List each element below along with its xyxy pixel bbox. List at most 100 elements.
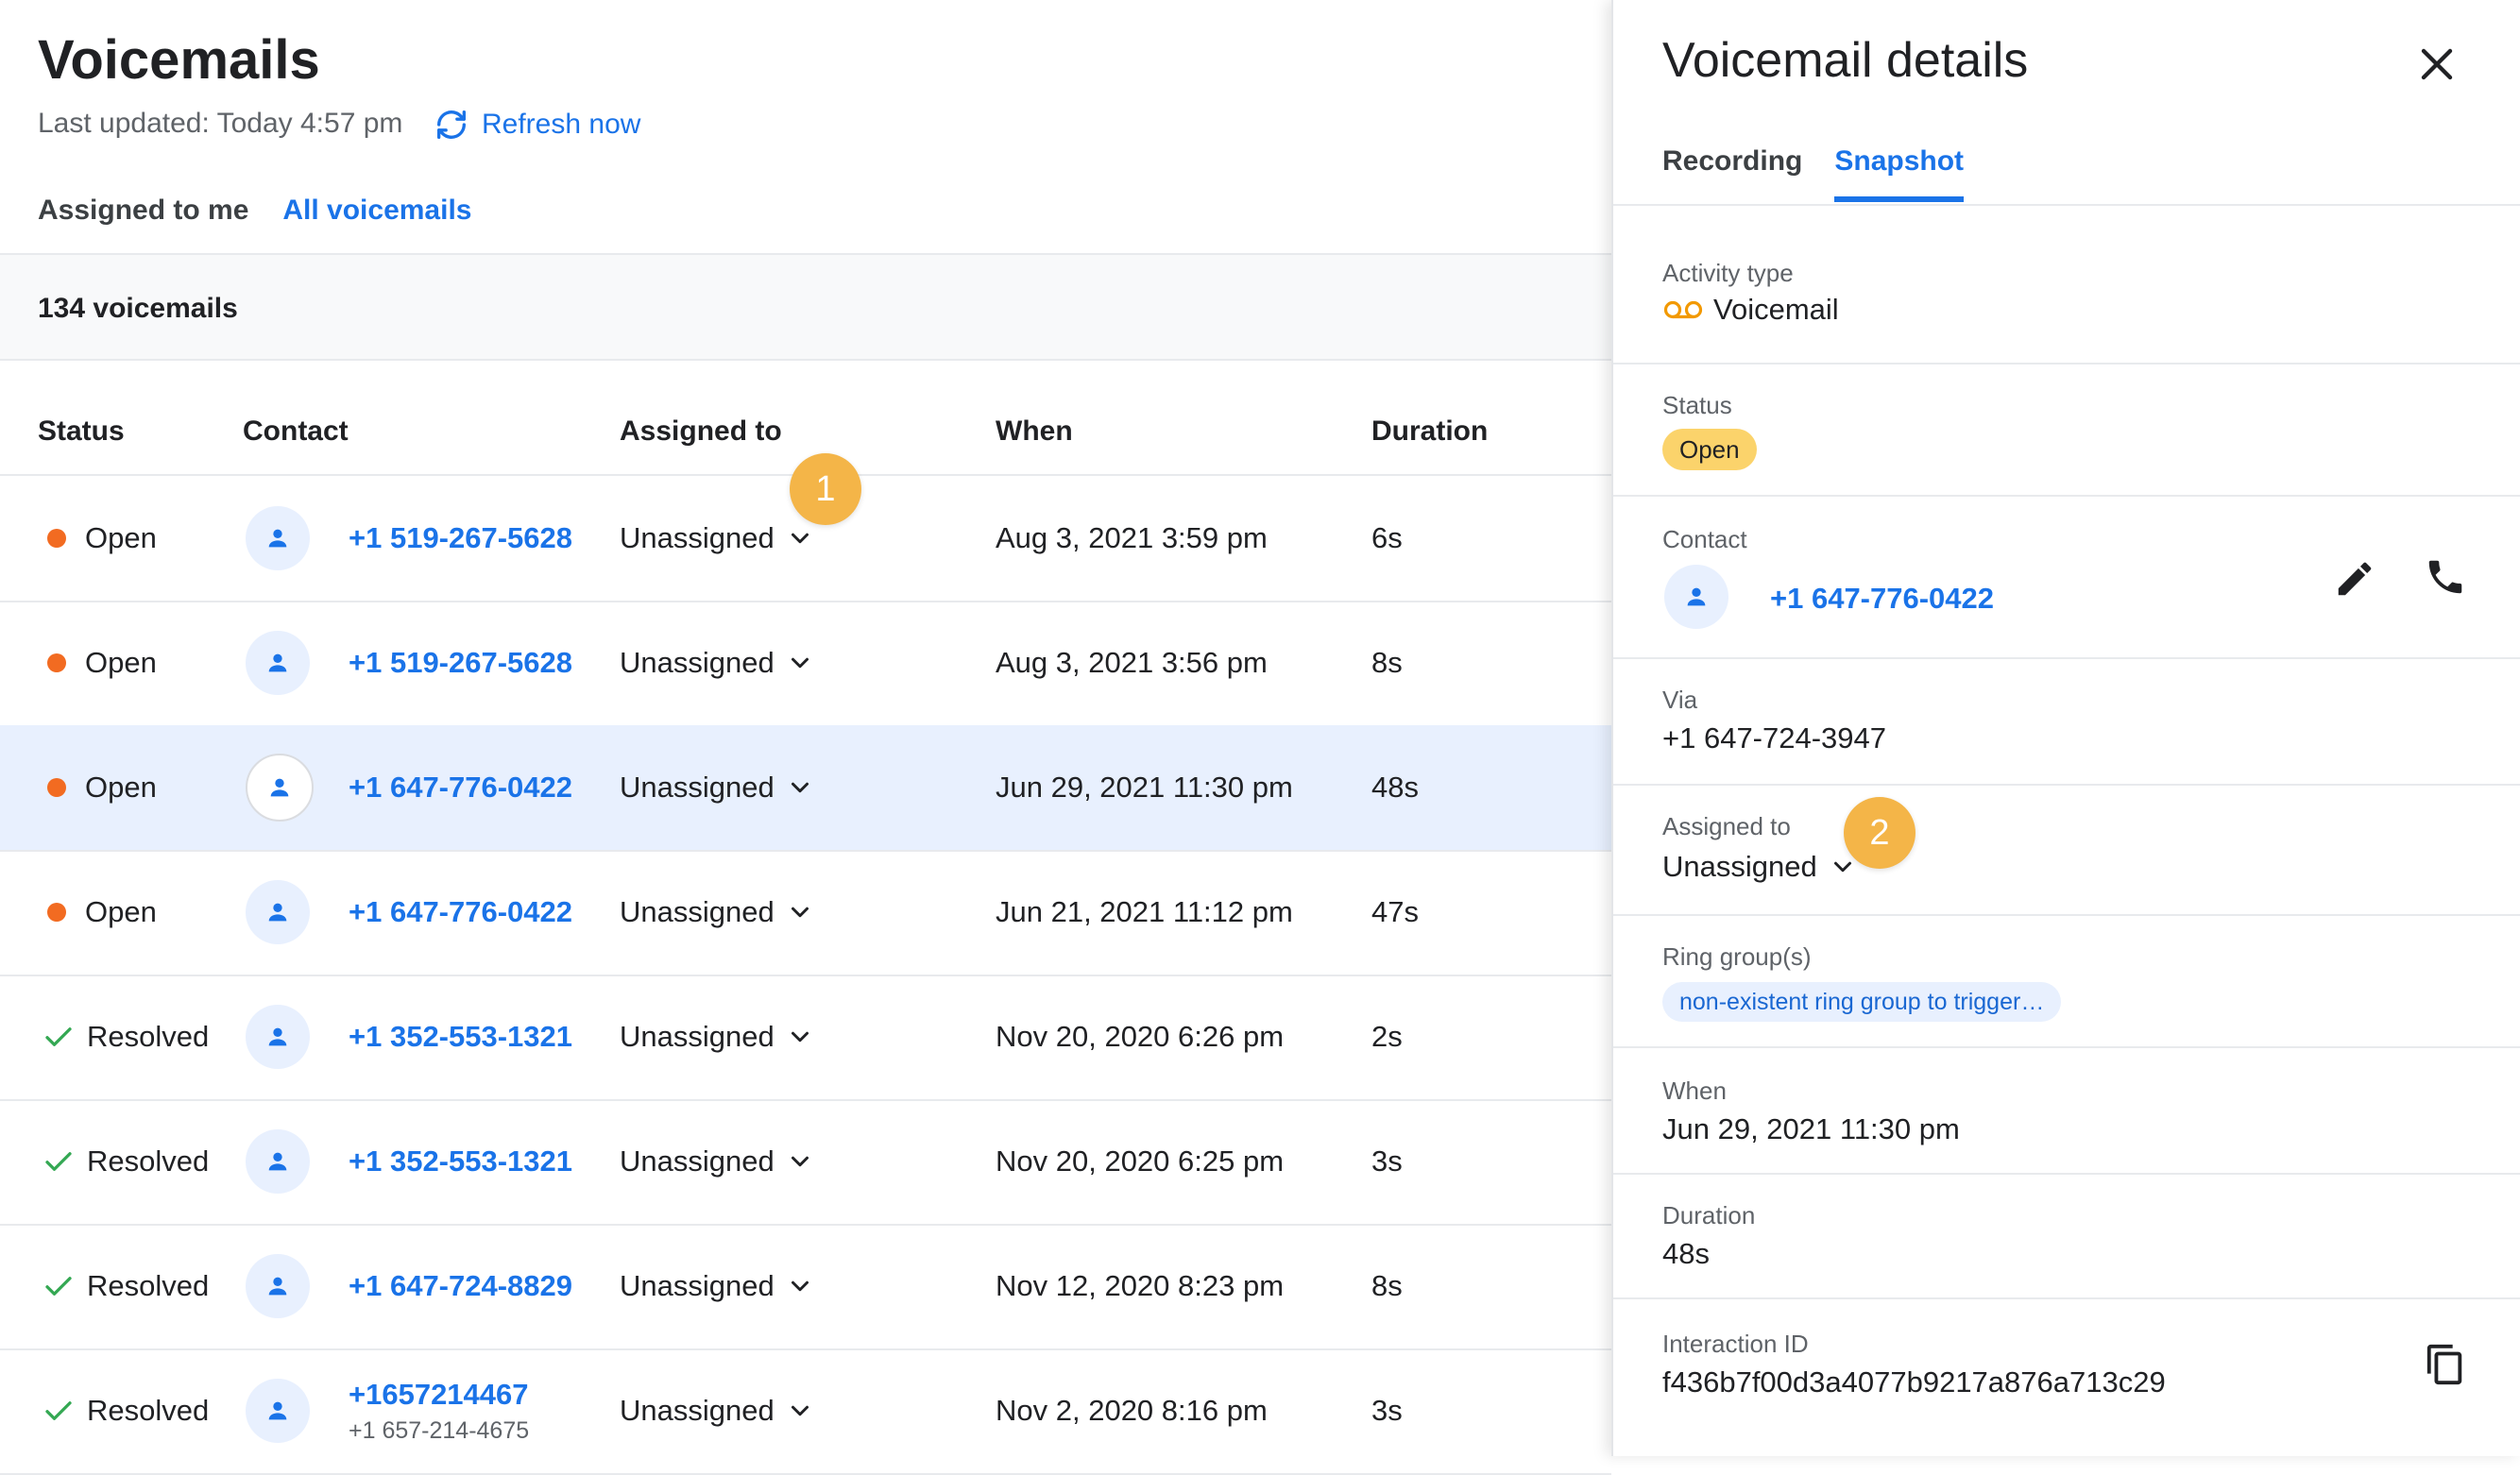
person-icon bbox=[270, 778, 289, 797]
person-icon bbox=[268, 903, 287, 922]
contact-link[interactable]: +1 647-724-8829 bbox=[349, 1269, 572, 1303]
contact-secondary-number: +1 657-214-4675 bbox=[349, 1416, 530, 1444]
chevron-down-icon bbox=[791, 657, 809, 669]
assigned-dropdown[interactable]: Unassigned bbox=[620, 771, 814, 805]
when-text: Nov 20, 2020 6:26 pm bbox=[996, 1020, 1285, 1053]
avatar bbox=[246, 1379, 310, 1443]
contact-cell bbox=[246, 601, 310, 725]
contact-cell bbox=[246, 1224, 310, 1348]
table-row[interactable]: Resolved +1 352-553-1321 Unassigned Nov 20,… bbox=[0, 975, 1611, 1101]
contact-block: +1657214467 +1 657-214-4675 bbox=[349, 1378, 529, 1445]
tab-snapshot[interactable]: Snapshot bbox=[1834, 145, 1964, 202]
duration-cell: 47s bbox=[1371, 850, 1419, 975]
contact-link[interactable]: +1 519-267-5628 bbox=[349, 646, 572, 680]
avatar bbox=[246, 631, 310, 695]
table-row[interactable]: Open +1 519-267-5628 Unassigned Aug 3, 2021… bbox=[0, 601, 1611, 727]
assigned-dropdown[interactable]: Unassigned bbox=[620, 895, 814, 929]
details-assigned-dropdown[interactable]: Unassigned bbox=[1662, 850, 1857, 884]
duration-label: Duration bbox=[1662, 1201, 1756, 1229]
copy-icon[interactable] bbox=[2424, 1343, 2467, 1386]
when-text: Jun 21, 2021 11:12 pm bbox=[996, 895, 1293, 928]
assigned-dropdown[interactable]: Unassigned bbox=[620, 646, 814, 680]
last-updated-text: Last updated: Today 4:57 pm bbox=[38, 108, 403, 139]
assigned-value: Unassigned bbox=[620, 771, 775, 804]
assigned-cell: Unassigned bbox=[620, 1099, 814, 1224]
status-text: Resolved bbox=[87, 1020, 210, 1053]
tab-assigned-to-me[interactable]: Assigned to me bbox=[38, 195, 248, 253]
divider bbox=[1613, 1046, 2520, 1048]
close-icon[interactable] bbox=[2414, 42, 2460, 87]
assigned-dropdown[interactable]: Unassigned bbox=[620, 1144, 814, 1178]
page-title: Voicemails bbox=[38, 29, 320, 91]
duration-cell: 6s bbox=[1371, 476, 1403, 601]
voicemail-details-panel: Voicemail details Recording Snapshot Act… bbox=[1611, 0, 2520, 1456]
divider bbox=[1613, 657, 2520, 659]
contact-cell bbox=[246, 850, 310, 975]
status-dot-icon bbox=[47, 529, 66, 548]
voicemail-count: 134 voicemails bbox=[38, 293, 238, 324]
divider bbox=[1613, 204, 2520, 206]
activity-type-value: Voicemail bbox=[1662, 293, 1839, 327]
contact-cell bbox=[246, 725, 314, 850]
when-cell: Aug 3, 2021 3:59 pm bbox=[996, 476, 1268, 601]
assigned-cell: Unassigned bbox=[620, 601, 814, 725]
when-text: Nov 2, 2020 8:16 pm bbox=[996, 1394, 1268, 1427]
contact-link[interactable]: +1 647-776-0422 bbox=[349, 771, 572, 805]
assigned-to-label: Assigned to bbox=[1662, 812, 1791, 840]
assigned-dropdown[interactable]: Unassigned bbox=[620, 521, 814, 555]
status-text: Open bbox=[85, 895, 157, 928]
via-value: +1 647-724-3947 bbox=[1662, 721, 1887, 754]
contact-number-cell: +1 519-267-5628 bbox=[349, 476, 572, 601]
when-cell: Nov 2, 2020 8:16 pm bbox=[996, 1348, 1268, 1473]
phone-icon[interactable] bbox=[2424, 555, 2467, 599]
assigned-value: Unassigned bbox=[620, 1020, 775, 1053]
contact-link[interactable]: +1657214467 bbox=[349, 1378, 529, 1412]
callout-badge-2: 2 bbox=[1844, 797, 1916, 869]
avatar bbox=[246, 1005, 310, 1069]
when-cell: Nov 20, 2020 6:26 pm bbox=[996, 975, 1284, 1099]
tab-all-voicemails[interactable]: All voicemails bbox=[282, 195, 472, 259]
contact-link[interactable]: +1 647-776-0422 bbox=[349, 895, 572, 929]
contact-label: Contact bbox=[1662, 525, 1747, 553]
divider bbox=[1613, 914, 2520, 916]
avatar bbox=[246, 506, 310, 570]
table-row[interactable]: Open +1 647-776-0422 Unassigned Jun 29, 202… bbox=[0, 725, 1611, 852]
person-icon bbox=[268, 1027, 287, 1046]
details-contact-link[interactable]: +1 647-776-0422 bbox=[1770, 582, 1994, 616]
duration-cell: 3s bbox=[1371, 1348, 1403, 1473]
status-dot-icon bbox=[47, 903, 66, 922]
table-row[interactable]: Open +1 647-776-0422 Unassigned Jun 21, 202… bbox=[0, 850, 1611, 976]
duration-value: 48s bbox=[1662, 1237, 1710, 1270]
chevron-down-icon bbox=[791, 782, 809, 793]
status-text: Open bbox=[85, 771, 157, 804]
status-badge: Open bbox=[1662, 429, 1757, 470]
avatar bbox=[246, 754, 314, 822]
ring-group-chip[interactable]: non-existent ring group to trigger… bbox=[1662, 982, 2062, 1022]
person-icon bbox=[1687, 587, 1706, 606]
tab-recording[interactable]: Recording bbox=[1662, 145, 1802, 196]
via-label: Via bbox=[1662, 686, 1698, 714]
chevron-down-icon bbox=[791, 1156, 809, 1167]
status-label: Status bbox=[1662, 391, 1732, 419]
table-row[interactable]: Resolved +1 352-553-1321 Unassigned Nov 20,… bbox=[0, 1099, 1611, 1226]
contact-number-cell: +1 352-553-1321 bbox=[349, 1099, 572, 1224]
pencil-icon[interactable] bbox=[2333, 557, 2376, 601]
contact-link[interactable]: +1 352-553-1321 bbox=[349, 1144, 572, 1178]
assigned-dropdown[interactable]: Unassigned bbox=[620, 1020, 814, 1054]
refresh-button[interactable]: Refresh now bbox=[433, 106, 640, 144]
table-row[interactable]: Resolved +1 647-724-8829 Unassigned Nov 12,… bbox=[0, 1224, 1611, 1350]
assigned-dropdown[interactable]: Unassigned bbox=[620, 1269, 814, 1303]
contact-number-cell: +1 647-724-8829 bbox=[349, 1224, 572, 1348]
divider bbox=[1613, 495, 2520, 497]
details-tabs: Recording Snapshot bbox=[1662, 145, 1964, 202]
duration-text: 8s bbox=[1371, 1269, 1403, 1302]
divider bbox=[1613, 1173, 2520, 1175]
contact-link[interactable]: +1 519-267-5628 bbox=[349, 521, 572, 555]
voicemail-icon bbox=[1663, 300, 1703, 319]
contact-link[interactable]: +1 352-553-1321 bbox=[349, 1020, 572, 1054]
contact-cell bbox=[246, 975, 310, 1099]
person-icon bbox=[268, 529, 287, 548]
divider bbox=[1613, 363, 2520, 365]
person-icon bbox=[268, 1152, 287, 1171]
assigned-dropdown[interactable]: Unassigned bbox=[620, 1394, 814, 1428]
